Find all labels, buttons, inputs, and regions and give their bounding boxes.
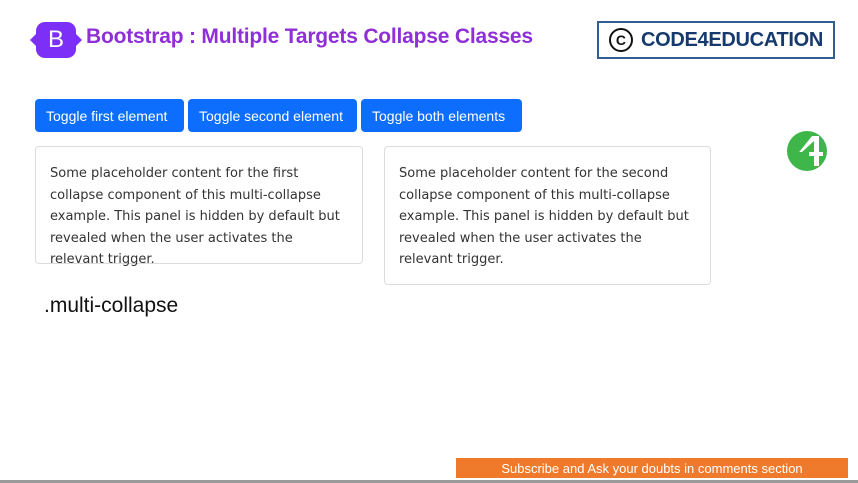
- page-title: Bootstrap : Multiple Targets Collapse Cl…: [86, 25, 533, 48]
- subscribe-banner: Subscribe and Ask your doubts in comment…: [456, 458, 848, 478]
- code4education-logo-icon: [787, 131, 827, 171]
- collapse-card-first: Some placeholder content for the first c…: [35, 146, 363, 267]
- toggle-both-button[interactable]: Toggle both elements: [361, 99, 522, 132]
- bootstrap-logo-icon: B: [30, 22, 82, 58]
- brand-text: CODE4EDUCATION: [640, 28, 824, 51]
- toggle-second-button[interactable]: Toggle second element: [188, 99, 357, 132]
- toggle-first-button[interactable]: Toggle first element: [35, 99, 184, 132]
- class-label: .multi-collapse: [44, 294, 179, 317]
- collapse-card-second: Some placeholder content for the second …: [384, 146, 711, 285]
- brand-box: C CODE4EDUCATION: [597, 21, 835, 59]
- bootstrap-logo-letter: B: [47, 26, 64, 53]
- copyright-icon: C: [608, 28, 633, 52]
